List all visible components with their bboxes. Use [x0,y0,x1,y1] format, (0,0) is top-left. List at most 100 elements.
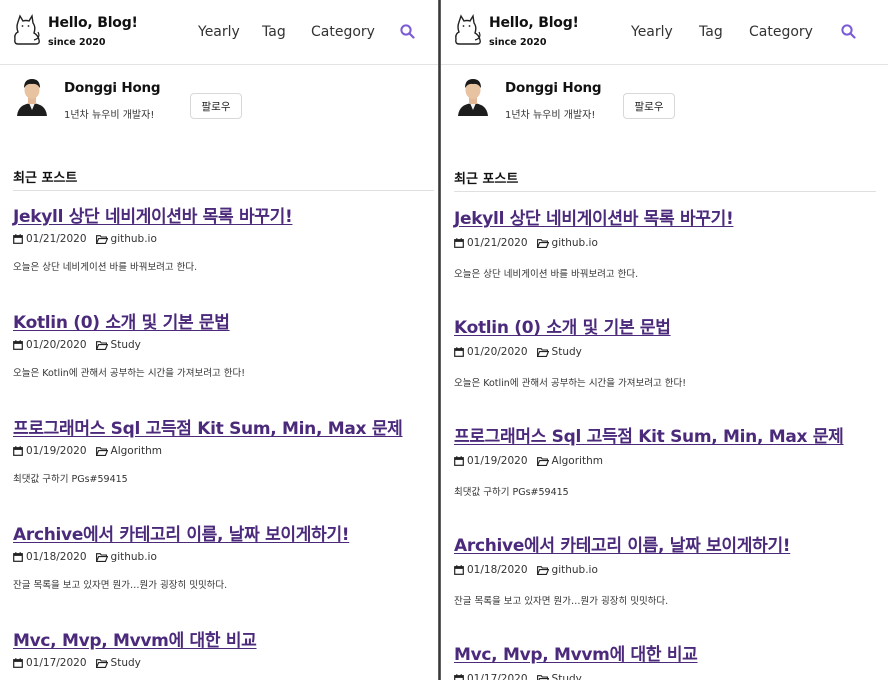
post-title-link[interactable]: Mvc, Mvp, Mvvm에 대한 비교 [454,640,698,665]
post-title-link[interactable]: 프로그래머스 Sql 고득점 Kit Sum, Min, Max 문제 [454,422,844,447]
post-date: 01/17/2020 [26,657,87,669]
post-category[interactable]: Study [111,339,141,351]
post-date: 01/19/2020 [467,455,528,467]
post-category[interactable]: github.io [111,233,157,245]
post-item: Mvc, Mvp, Mvvm에 대한 비교 01/17/2020 Study [454,640,698,680]
search-icon[interactable] [841,24,856,39]
post-meta: 01/19/2020 Algorithm [13,445,403,457]
calendar-icon [454,238,464,248]
post-date: 01/20/2020 [467,346,528,358]
follow-button[interactable]: 팔로우 [623,93,675,119]
avatar [17,79,47,116]
author-name: Donggi Hong [64,80,161,96]
post-item: 프로그래머스 Sql 고득점 Kit Sum, Min, Max 문제 01/1… [454,422,844,498]
folder-icon [536,347,549,357]
nav-yearly[interactable]: Yearly [631,24,673,40]
author-bio: 1년차 뉴우비 개발자! [505,110,596,121]
post-category[interactable]: github.io [552,564,598,576]
post-category[interactable]: Study [552,673,582,680]
folder-icon [95,446,108,456]
section-title: 최근 포스트 [13,171,78,186]
section-divider [454,191,876,192]
post-excerpt: 최댓값 구하기 PGs#59415 [454,487,569,498]
site-title[interactable]: Hello, Blog! [489,15,579,31]
author-profile: Donggi Hong 1년차 뉴우비 개발자! 팔로우 [441,66,888,130]
folder-icon [95,234,108,244]
post-title-link[interactable]: Jekyll 상단 네비게이션바 목록 바꾸기! [13,202,293,227]
folder-icon [536,238,549,248]
folder-icon [95,340,108,350]
post-category[interactable]: Algorithm [111,445,162,457]
post-date: 01/19/2020 [26,445,87,457]
post-title-link[interactable]: Kotlin (0) 소개 및 기본 문법 [13,308,245,333]
author-name: Donggi Hong [505,80,602,96]
post-item: Jekyll 상단 네비게이션바 목록 바꾸기! 01/21/2020 gith… [454,204,734,280]
right-page-view: Hello, Blog! since 2020 Yearly Tag Categ… [441,0,888,680]
post-excerpt: 오늘은 상단 네비게이션 바를 바꿔보려고 한다. [13,262,198,273]
post-item: Archive에서 카테고리 이름, 날짜 보이게하기! 01/18/2020 … [454,531,791,607]
calendar-icon [13,446,23,456]
post-title-link[interactable]: Jekyll 상단 네비게이션바 목록 바꾸기! [454,204,734,229]
post-date: 01/17/2020 [467,673,528,680]
calendar-icon [13,340,23,350]
nav-tag[interactable]: Tag [699,24,723,40]
author-profile: Donggi Hong 1년차 뉴우비 개발자! 팔로우 [0,66,438,130]
post-item: Jekyll 상단 네비게이션바 목록 바꾸기! 01/21/2020 gith… [13,202,293,273]
post-meta: 01/21/2020 github.io [454,237,733,249]
cat-logo-icon[interactable] [12,14,42,46]
post-title-link[interactable]: Archive에서 카테고리 이름, 날짜 보이게하기! [454,531,791,556]
post-meta: 01/19/2020 Algorithm [454,455,844,467]
post-item: Kotlin (0) 소개 및 기본 문법 01/20/2020 Study 오… [13,308,245,379]
site-header: Hello, Blog! since 2020 Yearly Tag Categ… [0,0,438,65]
section-divider [13,190,434,191]
calendar-icon [454,347,464,357]
post-title-link[interactable]: Kotlin (0) 소개 및 기본 문법 [454,313,686,338]
post-category[interactable]: Study [552,346,582,358]
post-title-link[interactable]: Mvc, Mvp, Mvvm에 대한 비교 [13,626,257,651]
site-title[interactable]: Hello, Blog! [48,15,138,31]
folder-icon [536,674,549,680]
post-excerpt: 오늘은 Kotlin에 관해서 공부하는 시간을 가져보려고 한다! [454,378,687,389]
post-meta: 01/20/2020 Study [454,346,686,358]
post-title-link[interactable]: 프로그래머스 Sql 고득점 Kit Sum, Min, Max 문제 [13,414,403,439]
post-meta: 01/17/2020 Study [13,657,257,669]
post-category[interactable]: github.io [111,551,157,563]
folder-icon [95,658,108,668]
post-category[interactable]: github.io [552,237,598,249]
calendar-icon [454,674,464,680]
post-excerpt: 잔글 목록을 보고 있자면 뭔가…뭔가 굉장히 밋밋하다. [454,596,669,607]
post-meta: 01/21/2020 github.io [13,233,292,245]
folder-icon [536,456,549,466]
post-date: 01/21/2020 [467,237,528,249]
search-icon[interactable] [400,24,415,39]
post-excerpt: 오늘은 상단 네비게이션 바를 바꿔보려고 한다. [454,269,639,280]
nav-tag[interactable]: Tag [262,24,286,40]
avatar [458,79,488,116]
section-title: 최근 포스트 [454,172,519,187]
post-category[interactable]: Study [111,657,141,669]
site-subtitle: since 2020 [489,37,547,48]
follow-button[interactable]: 팔로우 [190,93,242,119]
post-date: 01/18/2020 [26,551,87,563]
author-bio: 1년차 뉴우비 개발자! [64,110,155,121]
nav-yearly[interactable]: Yearly [198,24,240,40]
post-meta: 01/18/2020 github.io [13,551,349,563]
folder-icon [536,565,549,575]
nav-category[interactable]: Category [749,24,813,40]
post-category[interactable]: Algorithm [552,455,603,467]
calendar-icon [13,234,23,244]
post-meta: 01/18/2020 github.io [454,564,790,576]
calendar-icon [13,552,23,562]
nav-category[interactable]: Category [311,24,375,40]
post-item: Archive에서 카테고리 이름, 날짜 보이게하기! 01/18/2020 … [13,520,350,591]
post-item: 프로그래머스 Sql 고득점 Kit Sum, Min, Max 문제 01/1… [13,414,403,485]
cat-logo-icon[interactable] [453,14,483,46]
post-excerpt: 오늘은 Kotlin에 관해서 공부하는 시간을 가져보려고 한다! [13,368,246,379]
post-title-link[interactable]: Archive에서 카테고리 이름, 날짜 보이게하기! [13,520,350,545]
post-excerpt: 잔글 목록을 보고 있자면 뭔가…뭔가 굉장히 밋밋하다. [13,580,228,591]
post-meta: 01/20/2020 Study [13,339,245,351]
calendar-icon [454,565,464,575]
post-item: Mvc, Mvp, Mvvm에 대한 비교 01/17/2020 Study [13,626,257,669]
left-page-view: Hello, Blog! since 2020 Yearly Tag Categ… [0,0,438,680]
calendar-icon [454,456,464,466]
